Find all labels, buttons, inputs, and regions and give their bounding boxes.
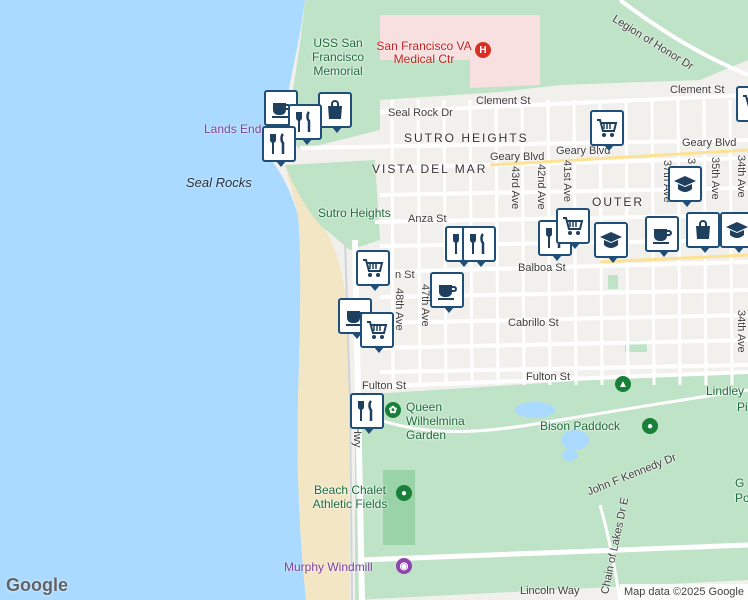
map-canvas[interactable]: Legion of Honor Dr Clement St Clement St… (0, 0, 748, 600)
hospital-icon[interactable]: H (475, 42, 491, 58)
place-label-uss-sf-memorial[interactable]: USS San Francisco Memorial (306, 36, 370, 78)
shopping-cart-icon (595, 116, 619, 140)
street-label-35th-ave: 35th Ave (709, 157, 721, 200)
street-label-47th-ave: 47th Ave (419, 284, 431, 327)
poi-marker[interactable] (262, 126, 296, 167)
school-icon (725, 218, 748, 242)
poi-marker[interactable] (736, 86, 748, 122)
coffee-icon (435, 278, 459, 302)
street-label-clement-st: Clement St (476, 95, 531, 107)
lake (562, 449, 578, 461)
shopping-cart-icon (365, 318, 389, 342)
poi-marker[interactable] (720, 212, 748, 253)
street-label-geary-blvd: Geary Blvd (490, 151, 545, 163)
street-label-geary-blvd: Geary Blvd (682, 137, 737, 149)
street-label-fulton-st: Fulton St (362, 380, 407, 392)
google-logo: Google (6, 575, 68, 595)
place-label-sutro-heights[interactable]: Sutro Heights (318, 207, 391, 219)
restaurant-icon (467, 232, 491, 256)
lake (515, 402, 555, 418)
street-label-partial: 3 (685, 158, 697, 165)
street-label-anza-st: Anza St (408, 213, 447, 225)
shopping-bag-icon (691, 218, 715, 242)
garden-icon[interactable]: ✿ (385, 402, 401, 418)
place-label-golden-gate[interactable]: G (735, 477, 744, 489)
place-label-queen-wilhelmina[interactable]: Queen Wilhelmina Garden (406, 400, 502, 442)
map-attribution[interactable]: Map data ©2025 Google (619, 584, 748, 600)
neighborhood-label: VISTA DEL MAR (372, 162, 488, 176)
street-label-lincoln-way: Lincoln Way (520, 585, 580, 597)
street-label-balboa-st: Balboa St (518, 262, 566, 274)
school-icon (673, 172, 697, 196)
poi-marker[interactable] (645, 216, 679, 257)
street-label-42nd-ave: 42nd Ave (535, 164, 547, 210)
poi-marker[interactable] (686, 212, 720, 253)
poi-marker[interactable] (318, 92, 352, 133)
street-label-41st-ave: 41st Ave (561, 160, 573, 202)
school-icon (599, 228, 623, 252)
place-label-golden-gate[interactable]: Po (735, 492, 748, 504)
place-label-murphy-windmill[interactable]: Murphy Windmill (284, 561, 373, 573)
shopping-cart-icon (561, 214, 585, 238)
poi-marker[interactable] (668, 166, 702, 207)
poi-marker[interactable] (360, 312, 394, 353)
shopping-cart-icon (361, 256, 385, 280)
place-label-va-medical[interactable]: San Francisco VA Medical Ctr (376, 40, 472, 66)
shopping-cart-icon (741, 92, 748, 116)
street-label-34th-ave: 34th Ave (735, 310, 747, 353)
street-label-43rd-ave: 43rd Ave (509, 166, 521, 210)
paw-icon[interactable]: ● (642, 418, 658, 434)
place-label-bison-paddock[interactable]: Bison Paddock (540, 420, 620, 432)
street-label-34th-ave: 34th Ave (735, 155, 747, 198)
restaurant-icon (293, 110, 317, 134)
restaurant-icon (355, 399, 379, 423)
sports-icon[interactable]: ● (396, 485, 412, 501)
poi-marker[interactable] (594, 222, 628, 263)
street-label-48th-ave: 48th Ave (393, 288, 405, 331)
street-label-seal-rock-dr: Seal Rock Dr (388, 107, 453, 119)
place-label-seal-rocks[interactable]: Seal Rocks (186, 176, 252, 189)
tree-icon[interactable]: ▲ (615, 376, 631, 392)
coffee-icon (650, 222, 674, 246)
place-label-beach-chalet[interactable]: Beach Chalet Athletic Fields (304, 483, 396, 511)
place-label-lands-end[interactable]: Lands End (204, 123, 261, 135)
restaurant-icon (267, 132, 291, 156)
ocean (0, 0, 306, 600)
place-label-lindley[interactable]: Pi (737, 401, 748, 413)
poi-marker[interactable] (430, 272, 464, 313)
street-label-cabrillo-st: Cabrillo St (508, 317, 559, 329)
street-label-geary-blvd: Geary Blvd (556, 145, 611, 157)
lake (561, 430, 589, 450)
neighborhood-label: SUTRO HEIGHTS (404, 131, 529, 145)
poi-marker[interactable] (356, 250, 390, 291)
poi-marker[interactable] (590, 110, 624, 151)
poi-marker[interactable] (556, 208, 590, 249)
neighborhood-label: OUTER (592, 195, 644, 209)
poi-marker[interactable] (462, 226, 496, 267)
poi-marker[interactable] (350, 393, 384, 434)
place-label-lindley[interactable]: Lindley (706, 385, 744, 397)
shopping-bag-icon (323, 98, 347, 122)
street-label-clement-st: Clement St (670, 84, 725, 96)
camera-icon[interactable]: ◉ (396, 558, 412, 574)
street-label-fulton-st: Fulton St (526, 371, 571, 383)
street-label-balboa-st: n St (395, 269, 415, 281)
